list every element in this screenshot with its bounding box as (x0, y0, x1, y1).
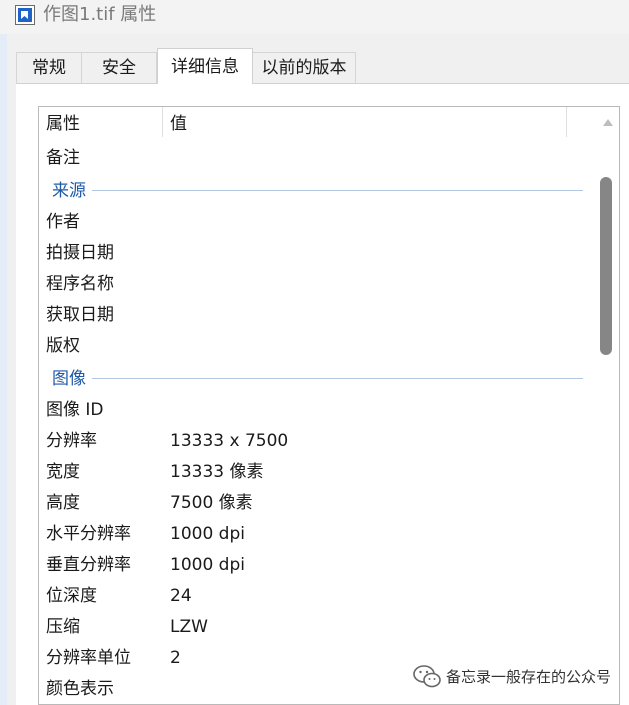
row-label-date-taken[interactable]: 拍摄日期 (46, 241, 114, 265)
tab-security[interactable]: 安全 (81, 52, 157, 83)
row-value-horizontal-resolution[interactable]: 1000 dpi (170, 522, 245, 546)
row-label-program-name[interactable]: 程序名称 (46, 272, 114, 296)
tab-general[interactable]: 常规 (16, 52, 82, 83)
row-value-vertical-resolution[interactable]: 1000 dpi (170, 553, 245, 577)
group-divider (92, 190, 583, 191)
column-divider[interactable] (566, 107, 567, 137)
scrollbar-thumb[interactable] (600, 177, 612, 355)
row-label-horizontal-resolution[interactable]: 水平分辨率 (46, 522, 131, 546)
row-value-height[interactable]: 7500 像素 (170, 491, 253, 515)
row-value-bit-depth[interactable]: 24 (170, 584, 192, 608)
row-label-bit-depth[interactable]: 位深度 (46, 584, 97, 608)
watermark-text: 备忘录一般存在的公众号 (446, 668, 612, 686)
row-label-date-acquired[interactable]: 获取日期 (46, 303, 114, 327)
row-label-vertical-resolution[interactable]: 垂直分辨率 (46, 553, 131, 577)
group-header-image[interactable]: 图像 (52, 367, 86, 391)
window-left-edge (0, 34, 7, 705)
row-label-copyright[interactable]: 版权 (46, 334, 80, 358)
wechat-logo-icon (413, 665, 441, 688)
window-title: 作图1.tif 属性 (43, 4, 157, 25)
tif-file-icon (15, 5, 35, 25)
tab-previous-versions[interactable]: 以前的版本 (252, 52, 356, 83)
column-header-property[interactable]: 属性 (46, 112, 80, 136)
property-list[interactable] (38, 106, 620, 705)
row-value-resolution[interactable]: 13333 x 7500 (170, 429, 288, 453)
group-header-source[interactable]: 来源 (52, 179, 86, 203)
row-label-color-representation[interactable]: 颜色表示 (46, 677, 114, 701)
column-header-value[interactable]: 值 (170, 112, 187, 136)
row-value-width[interactable]: 13333 像素 (170, 460, 263, 484)
title-bar: 作图1.tif 属性 (0, 0, 629, 34)
scroll-up-arrow-icon[interactable] (601, 116, 615, 128)
row-label-width[interactable]: 宽度 (46, 460, 80, 484)
row-label-height[interactable]: 高度 (46, 491, 80, 515)
row-value-compression[interactable]: LZW (170, 615, 208, 639)
row-value-resolution-unit[interactable]: 2 (170, 646, 181, 670)
row-label-image-id[interactable]: 图像 ID (46, 398, 104, 422)
row-label-resolution[interactable]: 分辨率 (46, 429, 97, 453)
row-label-compression[interactable]: 压缩 (46, 615, 80, 639)
group-divider (92, 378, 583, 379)
tab-details[interactable]: 详细信息 (157, 48, 253, 84)
row-label-author[interactable]: 作者 (46, 210, 80, 234)
row-label-resolution-unit[interactable]: 分辨率单位 (46, 646, 131, 670)
row-label-remarks[interactable]: 备注 (46, 146, 80, 170)
column-divider[interactable] (162, 107, 163, 137)
